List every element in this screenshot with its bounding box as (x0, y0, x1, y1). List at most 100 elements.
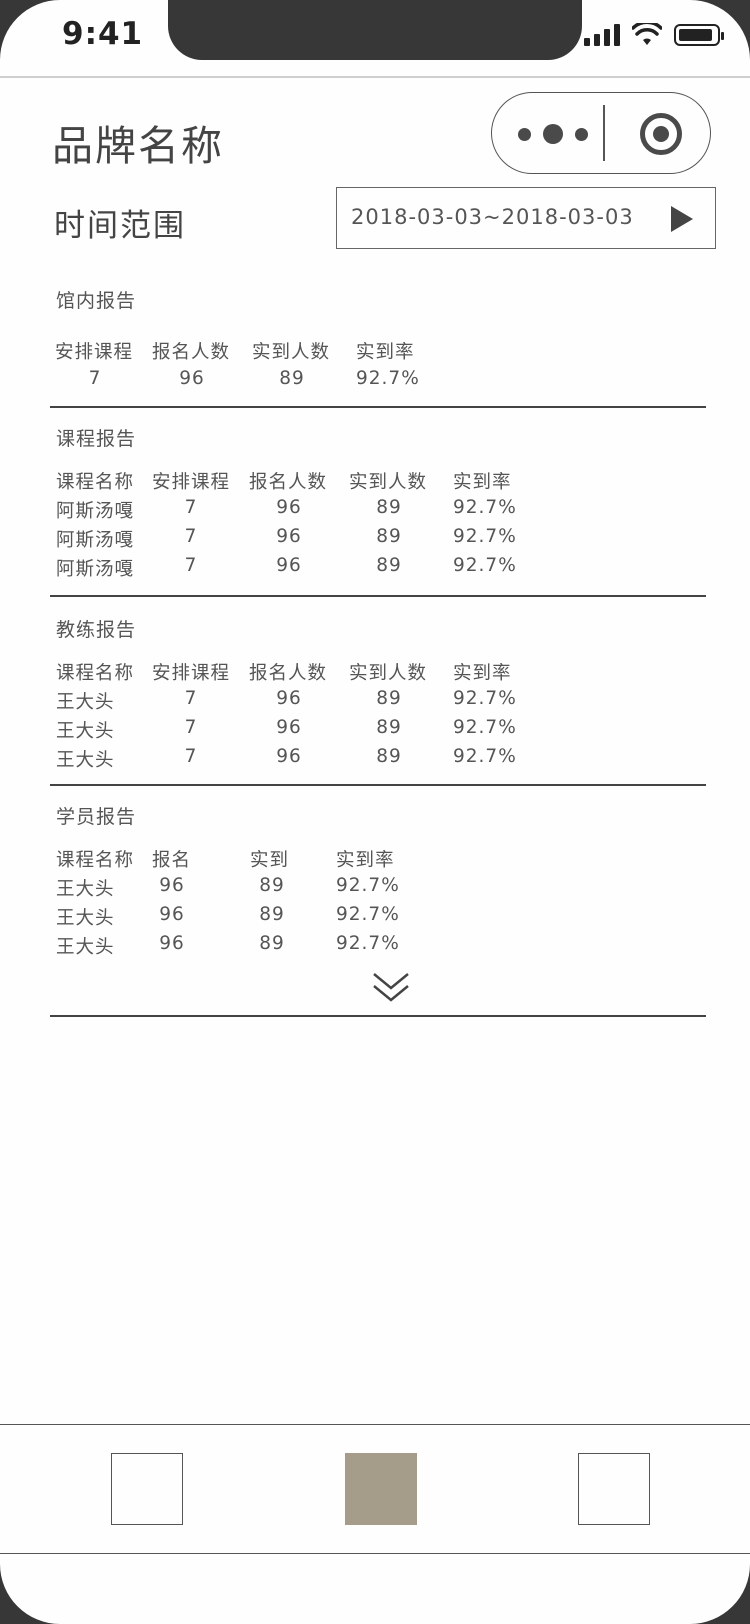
tab-3[interactable] (578, 1453, 650, 1525)
table-row: 阿斯汤嘎 7 96 89 92.7% (50, 526, 706, 556)
venue-report-section: 馆内报告 安排课程 报名人数 实到人数 实到率 7 96 89 92.7% (50, 286, 706, 389)
student-report-section: 学员报告 课程名称 报名 实到 实到率 王大头 96 89 92.7% 王大头 … (50, 802, 706, 972)
table-cell: 92.7% (336, 904, 400, 925)
column-header: 实到率 (356, 342, 415, 363)
column-header: 安排课程 (152, 472, 231, 493)
bottom-tab-bar (0, 1424, 750, 1554)
column-header: 安排课程 (152, 663, 231, 684)
column-header: 实到人数 (252, 342, 331, 363)
column-header: 实到人数 (349, 663, 428, 684)
close-target-icon[interactable] (640, 113, 682, 155)
table-cell: 92.7% (453, 555, 517, 576)
device-notch (168, 0, 582, 60)
column-header: 课程名称 (56, 663, 135, 684)
table-cell: 阿斯汤嘎 (56, 530, 135, 551)
status-time: 9:41 (62, 16, 144, 52)
cellular-signal-icon (584, 24, 620, 46)
status-bar: 9:41 (0, 0, 750, 78)
table-cell: 阿斯汤嘎 (56, 501, 135, 522)
table-cell: 92.7% (453, 497, 517, 518)
brand-name: 品牌名称 (52, 122, 224, 170)
table-cell: 89 (259, 875, 285, 896)
column-header: 安排课程 (55, 342, 134, 363)
table-header-row: 课程名称 安排课程 报名人数 实到人数 实到率 (50, 659, 706, 689)
table-cell: 王大头 (56, 692, 115, 713)
column-header: 课程名称 (56, 472, 135, 493)
table-cell: 阿斯汤嘎 (56, 559, 135, 580)
more-menu-button[interactable] (518, 121, 588, 147)
section-title: 馆内报告 (56, 290, 137, 312)
table-cell: 92.7% (453, 746, 517, 767)
table-row: 王大头 96 89 92.7% (50, 875, 706, 905)
tab-2-active[interactable] (345, 1453, 417, 1525)
table-cell: 王大头 (56, 879, 115, 900)
date-range-picker[interactable]: 2018-03-03~2018-03-03 (336, 187, 716, 249)
table-cell: 7 (184, 688, 198, 709)
table-cell: 89 (259, 904, 285, 925)
system-icons (584, 20, 724, 50)
table-row: 王大头 7 96 89 92.7% (50, 746, 706, 776)
table-cell: 7 (184, 746, 198, 767)
table-cell: 96 (276, 688, 302, 709)
table-cell: 92.7% (453, 688, 517, 709)
play-arrow-icon[interactable] (671, 206, 693, 232)
table-cell: 92.7% (453, 717, 517, 738)
table-row: 阿斯汤嘎 7 96 89 92.7% (50, 497, 706, 527)
section-divider (50, 406, 706, 408)
table-cell: 89 (376, 717, 402, 738)
table-cell: 96 (276, 717, 302, 738)
table-cell: 7 (184, 526, 198, 547)
course-report-section: 课程报告 课程名称 安排课程 报名人数 实到人数 实到率 阿斯汤嘎 7 96 8… (50, 424, 706, 594)
table-header-row: 课程名称 报名 实到 实到率 (50, 846, 706, 876)
section-title: 教练报告 (56, 619, 137, 641)
phone-screen: 9:41 品牌名称 时间范围 2018-03-03~2018-03-03 馆内报… (0, 0, 750, 1624)
column-header: 课程名称 (56, 850, 135, 871)
column-header: 报名人数 (249, 472, 328, 493)
battery-icon (674, 24, 724, 46)
table-cell: 92.7% (336, 875, 400, 896)
table-cell: 96 (276, 497, 302, 518)
tab-1[interactable] (111, 1453, 183, 1525)
table-cell: 王大头 (56, 750, 115, 771)
more-dot-icon (518, 127, 531, 141)
column-header: 实到人数 (349, 472, 428, 493)
table-cell: 92.7% (336, 933, 400, 954)
table-cell: 7 (184, 717, 198, 738)
date-range-value: 2018-03-03~2018-03-03 (351, 205, 634, 229)
table-row: 7 96 89 92.7% (50, 368, 706, 398)
table-cell: 王大头 (56, 908, 115, 929)
more-dot-icon (575, 127, 588, 141)
table-cell: 89 (259, 933, 285, 954)
table-cell: 89 (376, 526, 402, 547)
table-cell: 96 (159, 875, 185, 896)
table-cell: 89 (376, 688, 402, 709)
section-title: 课程报告 (56, 428, 137, 450)
table-row: 王大头 7 96 89 92.7% (50, 717, 706, 747)
expand-more-chevron-icon[interactable] (372, 970, 410, 1004)
wifi-icon (632, 23, 662, 45)
table-cell: 92.7% (453, 526, 517, 547)
table-cell: 96 (276, 555, 302, 576)
section-title: 学员报告 (56, 806, 137, 828)
table-header-row: 安排课程 报名人数 实到人数 实到率 (50, 338, 706, 368)
time-range-label: 时间范围 (54, 208, 186, 244)
table-cell: 89 (279, 368, 305, 389)
column-header: 实到率 (453, 663, 512, 684)
column-header: 报名人数 (249, 663, 328, 684)
column-header: 报名 (152, 850, 192, 871)
section-divider (50, 595, 706, 597)
table-cell: 96 (276, 526, 302, 547)
table-cell: 96 (159, 933, 185, 954)
column-header: 实到率 (453, 472, 512, 493)
table-header-row: 课程名称 安排课程 报名人数 实到人数 实到率 (50, 468, 706, 498)
coach-report-section: 教练报告 课程名称 安排课程 报名人数 实到人数 实到率 王大头 7 96 89… (50, 615, 706, 785)
table-row: 王大头 96 89 92.7% (50, 933, 706, 963)
column-header: 报名人数 (152, 342, 231, 363)
section-divider (50, 1015, 706, 1017)
table-cell: 96 (159, 904, 185, 925)
section-divider (50, 784, 706, 786)
table-row: 王大头 7 96 89 92.7% (50, 688, 706, 718)
mini-program-capsule (491, 92, 711, 174)
table-cell: 7 (184, 497, 198, 518)
table-cell: 96 (276, 746, 302, 767)
